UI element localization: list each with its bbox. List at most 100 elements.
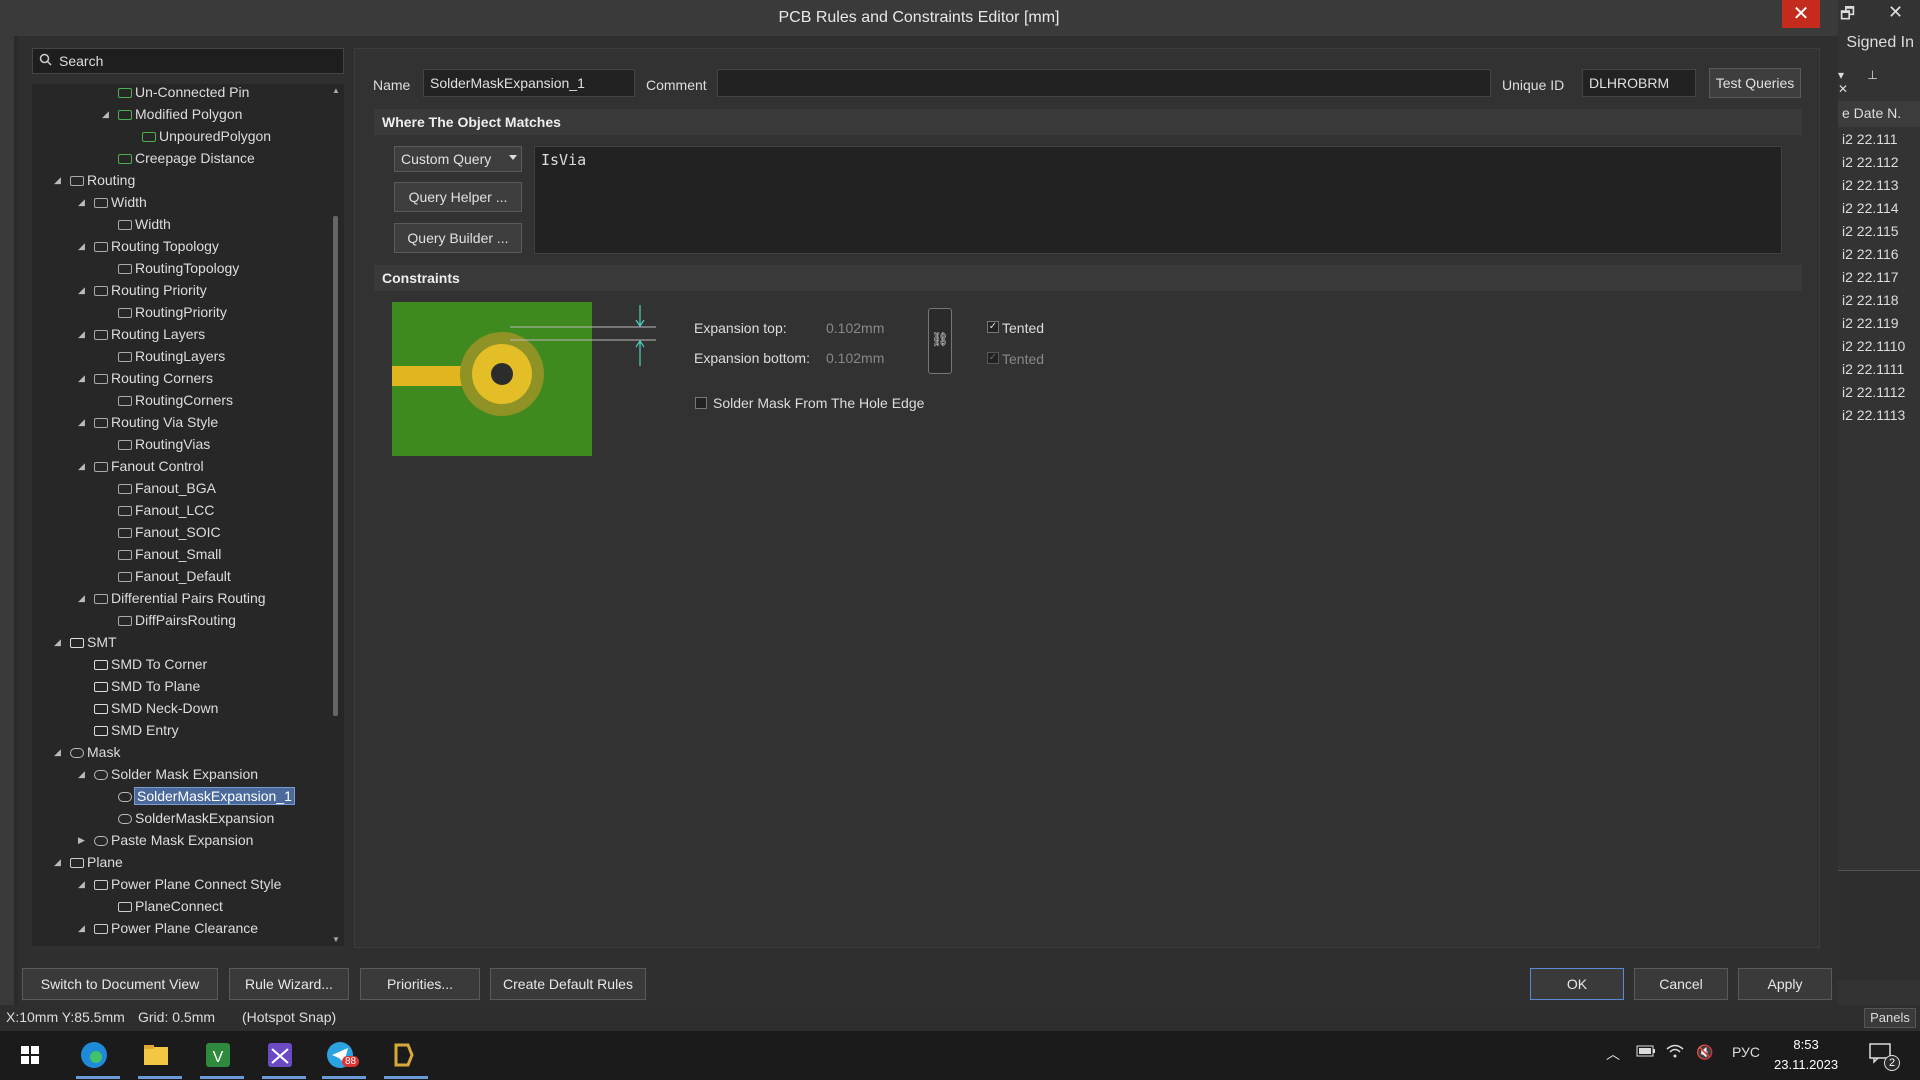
tree-node[interactable]: SMT: [70, 631, 117, 653]
volume-muted-icon[interactable]: 🔇: [1696, 1044, 1713, 1061]
collapse-arrow-icon[interactable]: ◢: [78, 417, 85, 428]
wifi-icon[interactable]: [1666, 1044, 1684, 1061]
tree-node[interactable]: RoutingPriority: [118, 301, 227, 323]
collapse-arrow-icon[interactable]: ◢: [54, 747, 61, 758]
panel-list-row[interactable]: i2 22.114: [1838, 197, 1920, 220]
tree-node[interactable]: Fanout_LCC: [118, 499, 214, 521]
tree-node[interactable]: Modified Polygon: [118, 103, 242, 125]
tree-node[interactable]: Routing: [70, 169, 135, 191]
app-close-icon[interactable]: ✕: [1888, 2, 1903, 23]
rules-tree[interactable]: Un-Connected Pin ◢ Modified Polygon Unpoure…: [32, 84, 344, 946]
collapse-arrow-icon[interactable]: ◢: [54, 175, 61, 186]
query-editor[interactable]: IsVia: [534, 146, 1782, 254]
collapse-arrow-icon[interactable]: ◢: [54, 637, 61, 648]
tented-top-checkbox[interactable]: ✓: [987, 321, 999, 333]
tree-node[interactable]: SMD To Plane: [94, 675, 200, 697]
tree-node[interactable]: Un-Connected Pin: [118, 84, 249, 103]
collapse-arrow-icon[interactable]: ◢: [78, 923, 85, 934]
collapse-arrow-icon[interactable]: ◢: [102, 109, 109, 120]
tree-node[interactable]: SolderMaskExpansion_1: [118, 785, 295, 807]
switch-document-view-button[interactable]: Switch to Document View: [22, 968, 218, 1000]
panel-list-row[interactable]: i2 22.117: [1838, 266, 1920, 289]
tree-node[interactable]: Routing Corners: [94, 367, 213, 389]
collapse-arrow-icon[interactable]: ◢: [78, 593, 85, 604]
link-values-button[interactable]: ⛓: [928, 308, 952, 374]
collapse-arrow-icon[interactable]: ◢: [78, 285, 85, 296]
collapse-arrow-icon[interactable]: ◢: [78, 197, 85, 208]
tree-node[interactable]: Width: [118, 213, 171, 235]
scroll-down-icon[interactable]: ▼: [332, 935, 340, 944]
tree-node[interactable]: Fanout Control: [94, 455, 204, 477]
tree-node[interactable]: RoutingVias: [118, 433, 210, 455]
tree-node[interactable]: Creepage Distance: [118, 147, 255, 169]
collapse-arrow-icon[interactable]: ◢: [78, 241, 85, 252]
query-helper-button[interactable]: Query Helper ...: [394, 182, 522, 212]
create-default-rules-button[interactable]: Create Default Rules: [490, 968, 646, 1000]
file-explorer-icon[interactable]: [138, 1037, 174, 1073]
tree-node[interactable]: Mask: [70, 741, 120, 763]
name-field[interactable]: SolderMaskExpansion_1: [423, 69, 635, 97]
tree-node[interactable]: Routing Topology: [94, 235, 219, 257]
tree-node[interactable]: DiffPairsRouting: [118, 609, 236, 631]
scroll-up-icon[interactable]: ▲: [332, 86, 340, 95]
panel-list-row[interactable]: i2 22.1113: [1838, 404, 1920, 427]
expansion-bottom-field[interactable]: 0.102mm: [826, 350, 884, 366]
tree-node[interactable]: Routing Layers: [94, 323, 205, 345]
signed-in-menu[interactable]: Signed In: [1846, 34, 1914, 52]
tree-node[interactable]: SMD Entry: [94, 719, 179, 741]
query-builder-button[interactable]: Query Builder ...: [394, 223, 522, 253]
vectr-app-icon[interactable]: V: [200, 1037, 236, 1073]
panel-list-row[interactable]: i2 22.118: [1838, 289, 1920, 312]
tree-node[interactable]: Routing Via Style: [94, 411, 218, 433]
panel-list-row[interactable]: i2 22.111: [1838, 128, 1920, 151]
tree-node[interactable]: SolderMaskExpansion: [118, 807, 274, 829]
cancel-button[interactable]: Cancel: [1634, 968, 1728, 1000]
windows-start-icon[interactable]: [12, 1037, 48, 1073]
tree-node[interactable]: Fanout_SOIC: [118, 521, 221, 543]
collapse-arrow-icon[interactable]: ◢: [78, 461, 85, 472]
panel-list-row[interactable]: i2 22.119: [1838, 312, 1920, 335]
collapse-arrow-icon[interactable]: ◢: [78, 879, 85, 890]
apply-button[interactable]: Apply: [1738, 968, 1832, 1000]
priorities-button[interactable]: Priorities...: [360, 968, 480, 1000]
tree-node[interactable]: Plane: [70, 851, 123, 873]
search-input[interactable]: Search: [32, 48, 344, 74]
expand-arrow-icon[interactable]: ▶: [78, 835, 85, 846]
tree-node[interactable]: Fanout_Default: [118, 565, 231, 587]
panel-list-row[interactable]: i2 22.116: [1838, 243, 1920, 266]
panel-pin-controls[interactable]: ▾ ⊥ ✕: [1838, 68, 1914, 96]
test-queries-button[interactable]: Test Queries: [1709, 68, 1801, 98]
restore-icon[interactable]: 🗗: [1840, 3, 1855, 30]
input-language[interactable]: РУС: [1732, 1044, 1760, 1060]
collapse-arrow-icon[interactable]: ◢: [78, 329, 85, 340]
system-clock[interactable]: 8:53 23.11.2023: [1774, 1035, 1838, 1075]
collapse-arrow-icon[interactable]: ◢: [54, 857, 61, 868]
panel-list-row[interactable]: i2 22.113: [1838, 174, 1920, 197]
tree-node[interactable]: Solder Mask Expansion: [94, 763, 258, 785]
tray-chevron-icon[interactable]: ︿: [1606, 1044, 1620, 1064]
dialog-close-button[interactable]: ✕: [1782, 0, 1820, 28]
tree-node[interactable]: SMD Neck-Down: [94, 697, 218, 719]
tree-node[interactable]: Width: [94, 191, 147, 213]
panel-list-row[interactable]: i2 22.1110: [1838, 335, 1920, 358]
tree-node[interactable]: Fanout_BGA: [118, 477, 216, 499]
collapse-arrow-icon[interactable]: ◢: [78, 373, 85, 384]
visual-studio-icon[interactable]: [262, 1037, 298, 1073]
unique-id-field[interactable]: DLHROBRM: [1582, 69, 1696, 97]
query-type-dropdown[interactable]: Custom Query: [394, 146, 522, 172]
expansion-top-field[interactable]: 0.102mm: [826, 320, 884, 336]
altium-designer-icon[interactable]: [384, 1037, 420, 1073]
panel-list-row[interactable]: i2 22.112: [1838, 151, 1920, 174]
tree-node[interactable]: PlaneConnect: [118, 895, 223, 917]
tree-node[interactable]: RoutingLayers: [118, 345, 225, 367]
panel-list-row[interactable]: i2 22.1111: [1838, 358, 1920, 381]
scroll-thumb[interactable]: [333, 216, 338, 716]
tree-node[interactable]: RoutingTopology: [118, 257, 239, 279]
comment-field[interactable]: [717, 69, 1491, 97]
edge-browser-icon[interactable]: [76, 1037, 112, 1073]
tree-node[interactable]: UnpouredPolygon: [142, 125, 271, 147]
tree-node[interactable]: Power Plane Clearance: [94, 917, 258, 939]
tree-scrollbar[interactable]: ▲ ▼: [332, 86, 340, 944]
ok-button[interactable]: OK: [1530, 968, 1624, 1000]
tree-node[interactable]: RoutingCorners: [118, 389, 233, 411]
